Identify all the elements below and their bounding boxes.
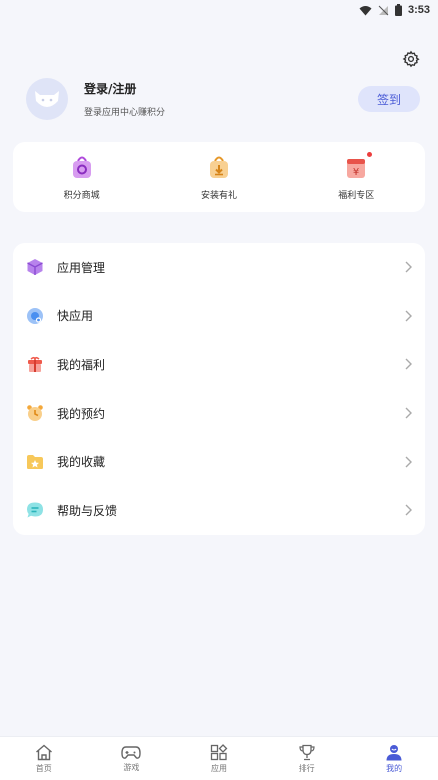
quick-item-points-mall[interactable]: 积分商城 — [27, 154, 137, 201]
avatar[interactable] — [26, 78, 68, 120]
apps-icon — [210, 743, 228, 760]
trophy-icon — [298, 744, 315, 760]
settings-button[interactable] — [400, 48, 422, 70]
chevron-right-icon — [403, 309, 413, 323]
no-signal-icon — [378, 5, 389, 16]
quick-item-welfare-zone[interactable]: ¥ 福利专区 — [301, 151, 411, 201]
chevron-right-icon — [403, 455, 413, 469]
menu-item-my-welfare[interactable]: 我的福利 — [25, 340, 413, 389]
menu-item-my-reservations[interactable]: 我的预约 — [25, 389, 413, 438]
chevron-right-icon — [403, 357, 413, 371]
welfare-zone-icon: ¥ — [343, 151, 373, 180]
help-feedback-icon — [25, 500, 45, 520]
profile-section: 登录/注册 登录应用中心赚积分 签到 — [26, 74, 420, 124]
login-subtitle: 登录应用中心赚积分 — [84, 108, 166, 118]
gear-icon — [402, 50, 420, 68]
menu-item-my-favorites[interactable]: 我的收藏 — [25, 437, 413, 486]
nav-mine[interactable]: 我的 — [364, 744, 424, 774]
home-icon — [35, 744, 52, 760]
quick-item-install-gift[interactable]: 安装有礼 — [164, 154, 274, 201]
nav-games[interactable]: 游戏 — [101, 745, 161, 773]
battery-icon — [394, 4, 402, 16]
app-manage-icon — [25, 257, 45, 277]
menu-item-help-feedback[interactable]: 帮助与反馈 — [25, 486, 413, 535]
status-bar: 3:53 — [0, 0, 438, 20]
wifi-icon — [359, 5, 372, 16]
alarm-clock-icon — [25, 403, 45, 423]
chevron-right-icon — [403, 406, 413, 420]
profile-text[interactable]: 登录/注册 登录应用中心赚积分 — [84, 80, 358, 118]
chevron-right-icon — [403, 260, 413, 274]
menu-card: 应用管理 快应用 我的福利 我的预约 我的收藏 帮助与反馈 — [13, 243, 425, 535]
nav-apps[interactable]: 应用 — [189, 743, 249, 774]
status-time: 3:53 — [407, 4, 430, 16]
login-register-title[interactable]: 登录/注册 — [84, 80, 358, 97]
checkin-button[interactable]: 签到 — [358, 86, 420, 112]
svg-text:¥: ¥ — [353, 167, 359, 178]
points-mall-icon — [69, 154, 95, 180]
gift-icon — [25, 354, 45, 374]
nav-home[interactable]: 首页 — [14, 744, 74, 774]
gamepad-icon — [121, 745, 142, 759]
notification-dot — [367, 151, 373, 157]
chevron-right-icon — [403, 503, 413, 517]
quick-actions-card: 积分商城 安装有礼 ¥ 福利专区 — [13, 142, 425, 212]
bottom-navigation: 首页 游戏 应用 排行 我的 — [0, 736, 438, 780]
install-gift-icon — [206, 154, 232, 180]
menu-item-app-manage[interactable]: 应用管理 — [25, 243, 413, 292]
menu-item-quick-app[interactable]: 快应用 — [25, 292, 413, 341]
favorite-folder-icon — [25, 452, 45, 472]
user-icon — [386, 744, 402, 760]
quick-app-icon — [25, 306, 45, 326]
default-avatar-icon — [35, 91, 59, 107]
nav-ranking[interactable]: 排行 — [277, 744, 337, 774]
